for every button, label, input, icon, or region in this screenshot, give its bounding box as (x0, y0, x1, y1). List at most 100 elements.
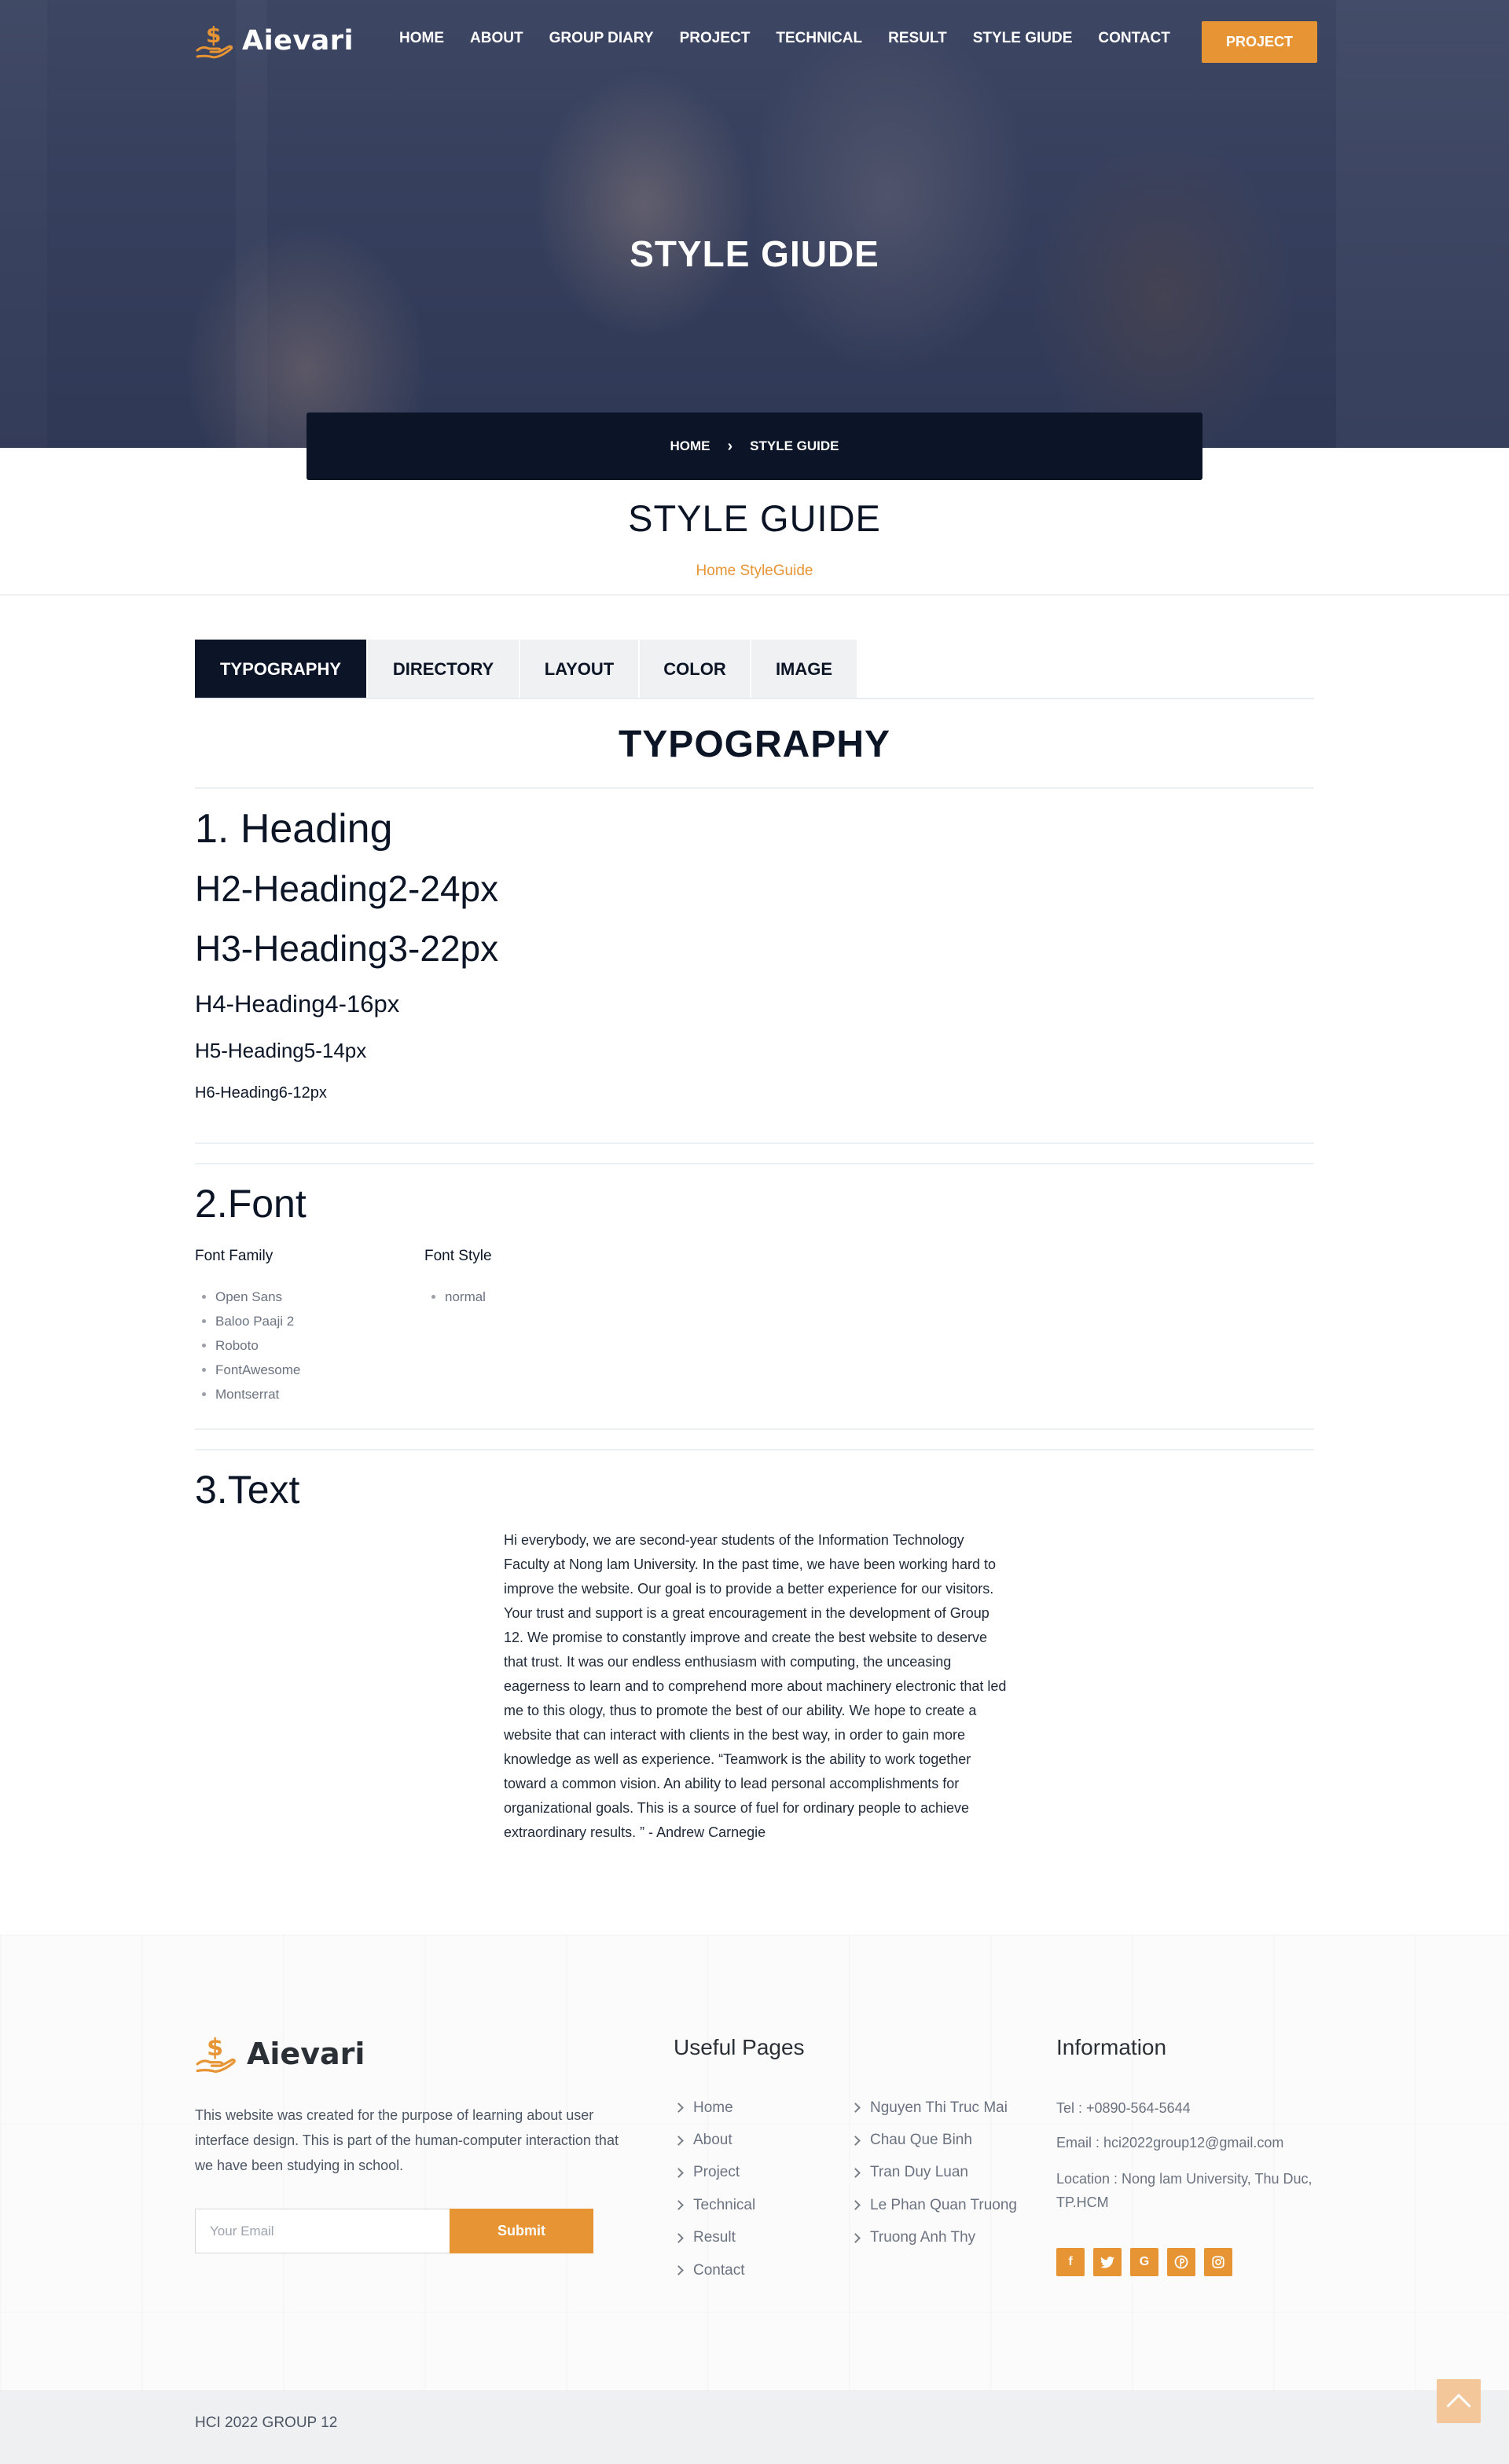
member-link[interactable]: Tran Duy Luan (850, 2157, 1017, 2189)
project-button[interactable]: PROJECT (1202, 21, 1317, 63)
facebook-icon[interactable]: f (1056, 2248, 1085, 2276)
chevron-right-icon (850, 2135, 861, 2146)
footer-tel: Tel : +0890-564-5644 (1056, 2100, 1191, 2116)
list-item: FontAwesome (215, 1358, 300, 1382)
divider (195, 1163, 1314, 1164)
svg-text:$: $ (206, 22, 221, 48)
footer-link-contact[interactable]: Contact (674, 2254, 755, 2286)
useful-pages-title: Useful Pages (674, 2035, 805, 2059)
chevron-right-icon (850, 2103, 861, 2114)
google-icon[interactable]: G (1130, 2248, 1158, 2276)
nav-home[interactable]: HOME (399, 30, 444, 47)
font-style-label: Font Style (424, 1248, 492, 1264)
chevron-right-icon (674, 2200, 684, 2211)
copyright-text: HCI 2022 GROUP 12 (195, 2414, 338, 2431)
heading-sample-h3: H3-Heading3-22px (195, 928, 499, 969)
hero-banner: $ Aievari HOME ABOUT GROUP DIARY PROJECT… (0, 0, 1509, 448)
dollar-hand-icon: $ (196, 22, 233, 59)
divider (195, 1142, 1314, 1144)
heading-sample-h1: 1. Heading (195, 806, 393, 852)
footer-link-project[interactable]: Project (674, 2157, 755, 2189)
scroll-to-top-button[interactable] (1437, 2379, 1481, 2423)
page-subtitle: Home StyleGuide (696, 563, 813, 579)
section-title: TYPOGRAPHY (618, 724, 891, 765)
logo-text: Aievari (242, 25, 354, 57)
list-item: Baloo Paaji 2 (215, 1309, 300, 1333)
nav-project[interactable]: PROJECT (680, 30, 751, 47)
footer-description: This website was created for the purpose… (195, 2107, 619, 2173)
divider (195, 1428, 1314, 1430)
footer-link-result[interactable]: Result (674, 2222, 755, 2254)
chevron-right-icon: › (727, 437, 733, 455)
arrow-up-icon (1446, 2393, 1471, 2418)
footer-link-about[interactable]: About (674, 2124, 755, 2156)
list-item: Open Sans (215, 1285, 300, 1309)
nav-group-diary[interactable]: GROUP DIARY (549, 30, 654, 47)
chevron-right-icon (850, 2232, 861, 2243)
page-title: STYLE GUIDE (628, 497, 881, 539)
tab-typography[interactable]: TYPOGRAPHY (195, 640, 366, 699)
members-list: Nguyen Thi Truc Mai Chau Que Binh Tran D… (850, 2092, 1017, 2254)
nav-result[interactable]: RESULT (888, 30, 947, 47)
main-menu: HOME ABOUT GROUP DIARY PROJECT TECHNICAL… (399, 30, 1196, 47)
site-logo[interactable]: $ Aievari (195, 20, 354, 61)
font-section-title: 2.Font (195, 1182, 307, 1226)
nav-style-guide[interactable]: STYLE GIUDE (973, 30, 1073, 47)
font-family-list: Open Sans Baloo Paaji 2 Roboto FontAweso… (195, 1285, 300, 1406)
member-link[interactable]: Nguyen Thi Truc Mai (850, 2092, 1017, 2124)
footer-link-home[interactable]: Home (674, 2092, 755, 2124)
chevron-right-icon (850, 2200, 861, 2211)
style-guide-tabs: TYPOGRAPHY DIRECTORY LAYOUT COLOR IMAGE (195, 640, 858, 699)
heading-sample-h5: H5-Heading5-14px (195, 1039, 367, 1062)
pinterest-icon[interactable] (1167, 2248, 1195, 2276)
list-item: Roboto (215, 1333, 300, 1358)
information-title: Information (1056, 2035, 1167, 2059)
nav-contact[interactable]: CONTACT (1098, 30, 1169, 47)
text-sample-paragraph: Hi everybody, we are second-year student… (504, 1532, 1007, 1840)
tab-color[interactable]: COLOR (640, 640, 750, 699)
tab-layout[interactable]: LAYOUT (520, 640, 638, 699)
heading-sample-h4: H4-Heading4-16px (195, 990, 400, 1018)
breadcrumb-home[interactable]: HOME (670, 438, 710, 454)
tabs-divider (195, 698, 1314, 699)
divider (0, 594, 1509, 596)
svg-text:$: $ (207, 2034, 223, 2062)
heading-sample-h6: H6-Heading6-12px (195, 1084, 327, 1102)
tab-image[interactable]: IMAGE (751, 640, 857, 699)
instagram-icon[interactable] (1204, 2248, 1232, 2276)
chevron-right-icon (674, 2265, 684, 2276)
list-item: normal (445, 1285, 486, 1309)
nav-technical[interactable]: TECHNICAL (776, 30, 862, 47)
footer-location: Location : Nong lam University, Thu Duc,… (1056, 2171, 1313, 2210)
footer-link-technical[interactable]: Technical (674, 2189, 755, 2221)
submit-button[interactable]: Submit (450, 2209, 593, 2253)
hero-title: STYLE GIUDE (630, 233, 879, 274)
chevron-right-icon (674, 2103, 684, 2114)
twitter-icon[interactable] (1093, 2248, 1122, 2276)
divider (195, 1449, 1314, 1450)
useful-pages-list: Home About Project Technical Result Cont… (674, 2092, 755, 2286)
heading-sample-h2: H2-Heading2-24px (195, 868, 499, 909)
dollar-hand-icon: $ (196, 2034, 236, 2074)
nav-about[interactable]: ABOUT (470, 30, 523, 47)
footer-email: Email : hci2022group12@gmail.com (1056, 2135, 1284, 2150)
list-item: Montserrat (215, 1382, 300, 1406)
member-link[interactable]: Le Phan Quan Truong (850, 2189, 1017, 2221)
chevron-right-icon (674, 2232, 684, 2243)
footer-logo[interactable]: $ Aievari (195, 2032, 365, 2076)
chevron-right-icon (674, 2135, 684, 2146)
font-family-label: Font Family (195, 1248, 274, 1264)
text-section-title: 3.Text (195, 1468, 300, 1512)
member-link[interactable]: Truong Anh Thy (850, 2222, 1017, 2254)
social-links: f G (1056, 2248, 1232, 2276)
font-style-list: normal (424, 1285, 486, 1309)
breadcrumb: HOME › STYLE GUIDE (307, 412, 1202, 480)
tab-directory[interactable]: DIRECTORY (368, 640, 519, 699)
member-link[interactable]: Chau Que Binh (850, 2124, 1017, 2156)
chevron-right-icon (850, 2168, 861, 2178)
divider (195, 787, 1314, 789)
footer-logo-text: Aievari (247, 2037, 365, 2071)
breadcrumb-current: STYLE GUIDE (750, 438, 839, 453)
email-input[interactable]: Your Email (195, 2209, 450, 2253)
top-navigation: $ Aievari HOME ABOUT GROUP DIARY PROJECT… (0, 0, 1509, 82)
